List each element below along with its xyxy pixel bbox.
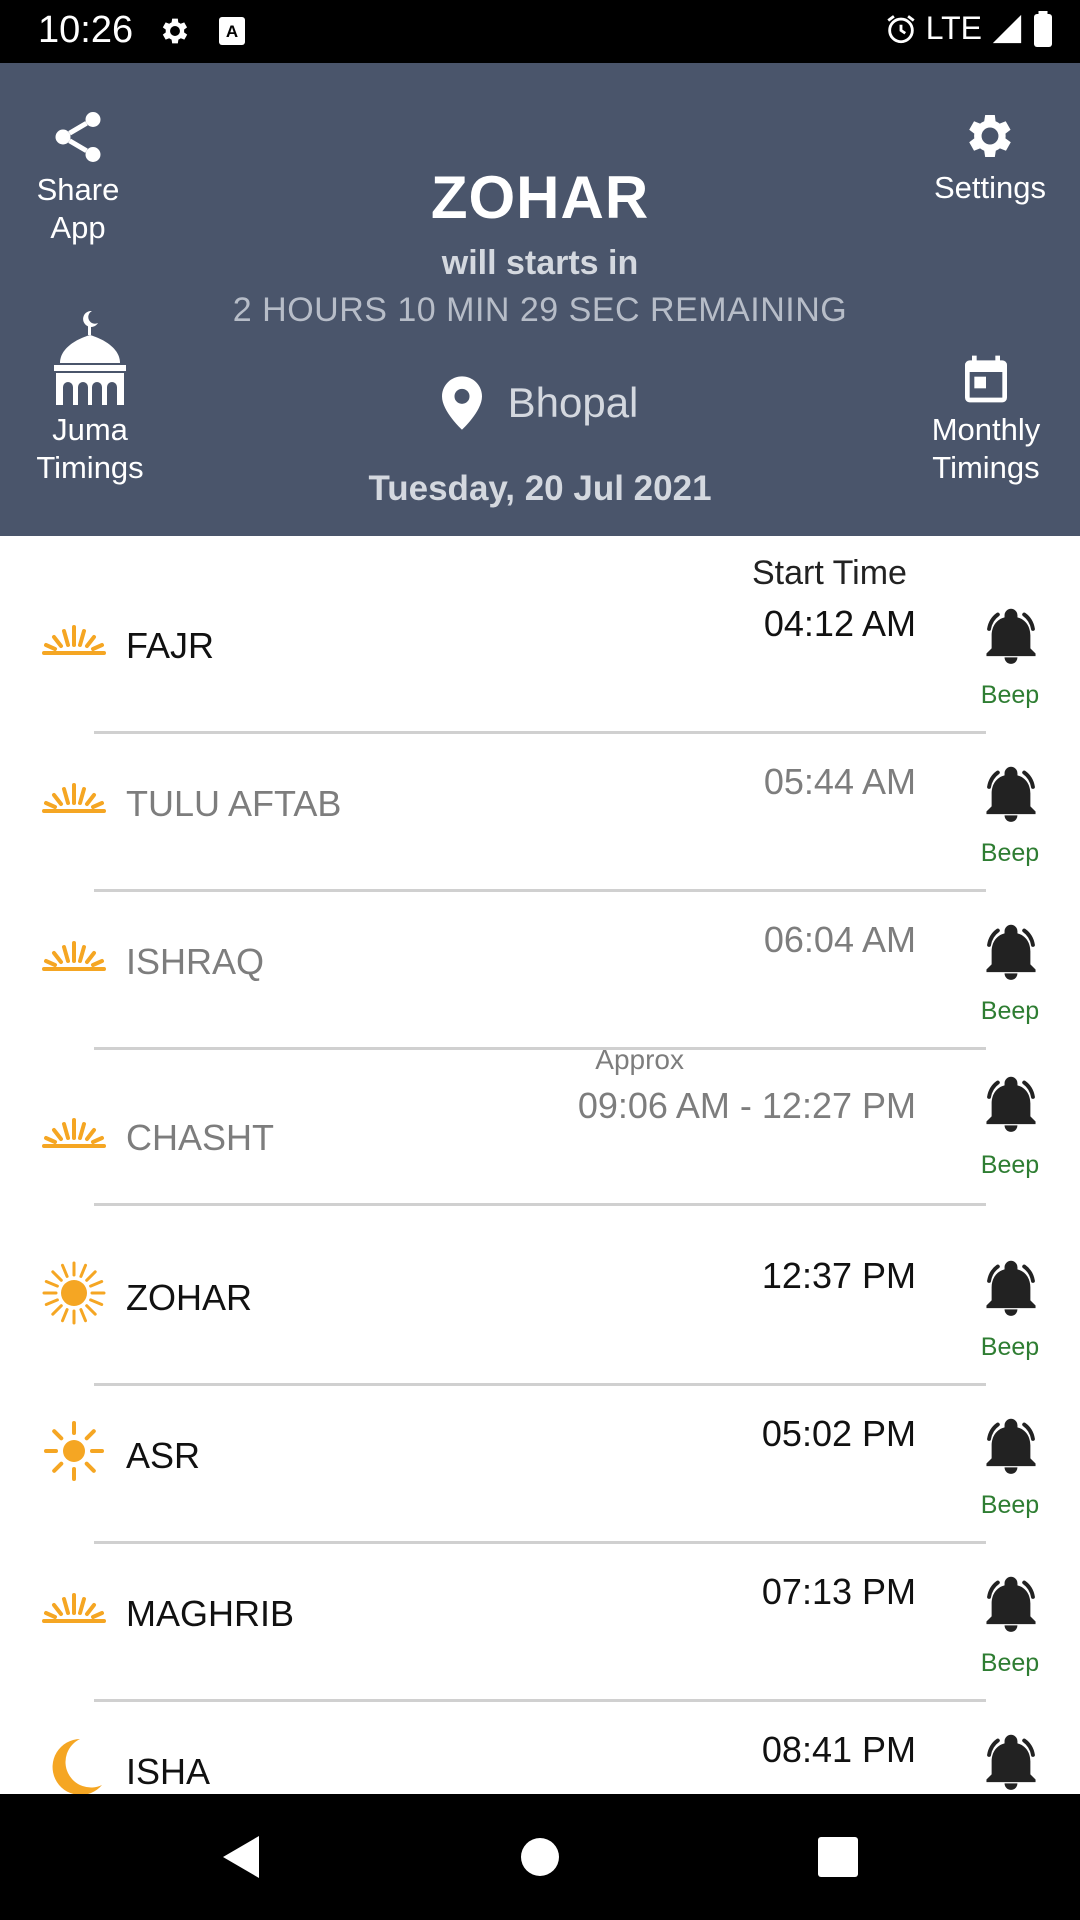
location-selector[interactable]: Bhopal bbox=[0, 376, 1080, 430]
sunrise-icon bbox=[40, 923, 108, 991]
bell-icon[interactable] bbox=[980, 1259, 1042, 1321]
beep-mode-label[interactable]: Beep bbox=[980, 1151, 1040, 1180]
navigation-bar bbox=[0, 1794, 1080, 1920]
settings-label: Settings bbox=[933, 170, 1046, 205]
bell-icon[interactable] bbox=[980, 1075, 1042, 1137]
prayer-row-ishraq[interactable]: ISHRAQ 06:04 AM Beep bbox=[0, 869, 1080, 1050]
starts-in-label: will starts in bbox=[441, 244, 639, 282]
back-button[interactable] bbox=[190, 1794, 290, 1920]
status-time: 10:26 bbox=[38, 9, 134, 51]
sun-bright-icon bbox=[40, 1259, 108, 1327]
back-triangle-icon bbox=[223, 1836, 259, 1878]
prayer-name: ASR bbox=[126, 1435, 201, 1476]
prayer-time: 05:02 PM bbox=[761, 1413, 916, 1454]
sunrise-icon bbox=[40, 765, 108, 833]
bell-icon[interactable] bbox=[980, 607, 1042, 669]
recents-square-icon bbox=[818, 1837, 858, 1877]
prayer-row-zohar[interactable]: ZOHAR 12:37 PM Beep bbox=[0, 1205, 1080, 1386]
sunrise-icon bbox=[40, 1100, 108, 1168]
next-prayer-name: ZOHAR bbox=[430, 164, 650, 231]
prayer-time: 12:37 PM bbox=[761, 1255, 916, 1296]
prayer-name: TULU AFTAB bbox=[126, 783, 342, 824]
alarm-icon bbox=[887, 14, 915, 43]
beep-mode-label[interactable]: Beep bbox=[980, 681, 1040, 710]
moon-icon bbox=[40, 1733, 108, 1801]
prayer-time: 06:04 AM bbox=[763, 919, 916, 960]
current-date: Tuesday, 20 Jul 2021 bbox=[368, 469, 712, 508]
home-circle-icon bbox=[521, 1838, 559, 1876]
prayer-row-maghrib[interactable]: MAGHRIB 07:13 PM Beep bbox=[0, 1521, 1080, 1702]
recents-button[interactable] bbox=[788, 1794, 888, 1920]
bell-icon[interactable] bbox=[980, 1575, 1042, 1637]
prayer-time: 05:44 AM bbox=[763, 761, 916, 802]
share-icon bbox=[55, 112, 101, 162]
bell-icon[interactable] bbox=[980, 1733, 1042, 1795]
prayer-row-chasht[interactable]: CHASHT Approx 09:06 AM - 12:27 PM Beep bbox=[0, 1027, 1080, 1206]
bell-icon[interactable] bbox=[980, 765, 1042, 827]
prayer-name: MAGHRIB bbox=[126, 1593, 295, 1634]
prayer-time: 07:13 PM bbox=[761, 1571, 916, 1612]
beep-mode-label[interactable]: Beep bbox=[980, 1491, 1040, 1520]
home-button[interactable] bbox=[490, 1794, 590, 1920]
prayer-name: ISHA bbox=[126, 1751, 211, 1792]
beep-mode-label[interactable]: Beep bbox=[980, 997, 1040, 1026]
beep-mode-label[interactable]: Beep bbox=[980, 1649, 1040, 1678]
signal-icon bbox=[992, 14, 1022, 43]
beep-mode-label[interactable]: Beep bbox=[980, 839, 1040, 868]
bell-icon[interactable] bbox=[980, 923, 1042, 985]
share-app-label: Share App bbox=[36, 172, 120, 245]
sunset-icon bbox=[40, 1575, 108, 1643]
approx-label: Approx bbox=[595, 1044, 684, 1075]
share-app-button[interactable]: Share App bbox=[20, 107, 136, 247]
location-pin-icon bbox=[441, 376, 482, 430]
location-name: Bhopal bbox=[507, 379, 639, 426]
keyboard-status-icon: A bbox=[219, 17, 245, 45]
svg-text:A: A bbox=[226, 22, 238, 41]
battery-icon bbox=[1034, 10, 1052, 47]
prayer-row-fajr[interactable]: FAJR 04:12 AM Beep bbox=[0, 553, 1080, 734]
prayer-row-asr[interactable]: ASR 05:02 PM Beep bbox=[0, 1363, 1080, 1544]
sun-icon bbox=[40, 1417, 108, 1485]
prayer-time: 09:06 AM - 12:27 PM bbox=[577, 1085, 916, 1126]
settings-status-icon bbox=[162, 18, 188, 44]
prayer-time: 08:41 PM bbox=[761, 1729, 916, 1770]
beep-mode-label[interactable]: Beep bbox=[980, 1333, 1040, 1362]
prayer-name: FAJR bbox=[126, 625, 215, 666]
status-bar: 10:26 A LTE bbox=[0, 0, 1080, 63]
sunrise-icon bbox=[40, 607, 108, 675]
prayer-time: 04:12 AM bbox=[763, 603, 916, 644]
prayer-name: CHASHT bbox=[126, 1117, 275, 1158]
prayer-header: Share App Settings Juma Timings Monthly … bbox=[0, 63, 1080, 536]
countdown-remaining: 2 HOURS 10 MIN 29 SEC REMAINING bbox=[232, 291, 848, 329]
prayer-name: ISHRAQ bbox=[126, 941, 265, 982]
prayer-name: ZOHAR bbox=[126, 1277, 252, 1318]
settings-button[interactable]: Settings bbox=[920, 107, 1060, 207]
bell-icon[interactable] bbox=[980, 1417, 1042, 1479]
gear-icon bbox=[969, 114, 1011, 158]
network-type: LTE bbox=[925, 10, 982, 46]
prayer-row-tulu-aftab[interactable]: TULU AFTAB 05:44 AM Beep bbox=[0, 711, 1080, 892]
